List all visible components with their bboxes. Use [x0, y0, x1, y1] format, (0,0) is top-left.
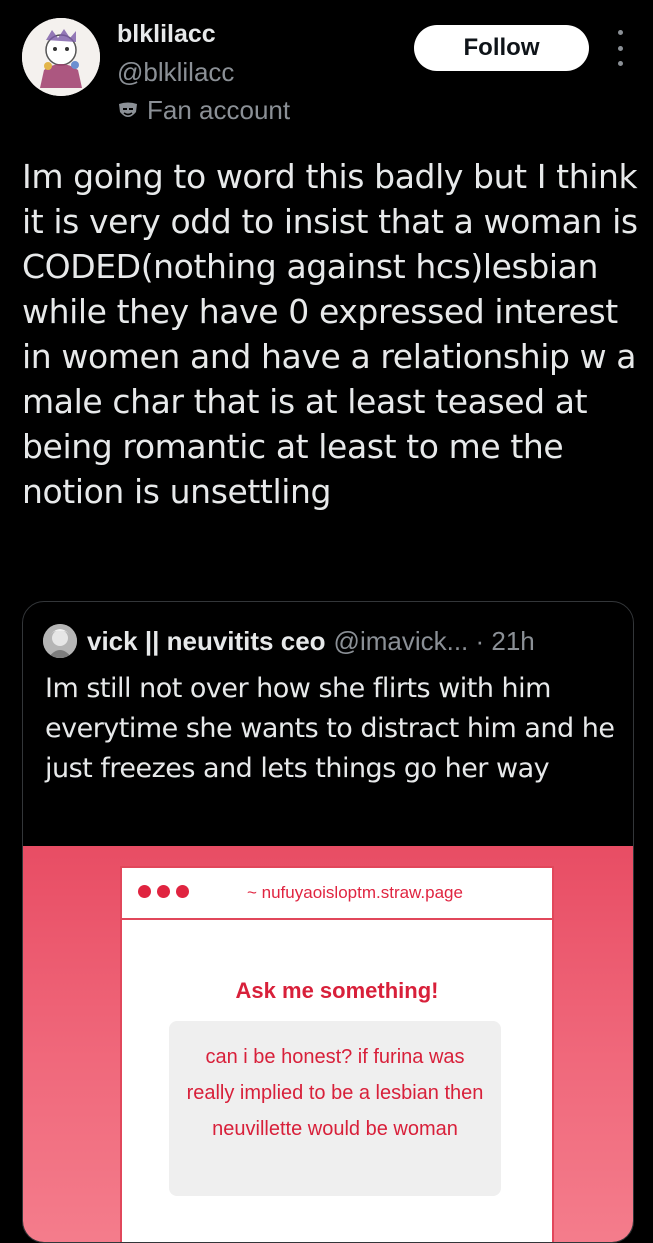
avatar[interactable] — [22, 18, 100, 96]
mask-icon — [119, 102, 137, 117]
window-dots-icon — [138, 885, 189, 898]
tweet-text: Im going to word this badly but I think … — [22, 157, 638, 511]
display-name[interactable]: blklilacc — [117, 20, 216, 49]
fan-account-badge: Fan account — [117, 95, 290, 126]
quoted-handle-time: @imavick... · 21h — [333, 625, 535, 656]
quoted-tweet-text: Im still not over how she flirts with hi… — [45, 673, 615, 784]
more-options-icon[interactable] — [610, 30, 630, 66]
page-url: ~ nufuyaoisloptm.straw.page — [247, 883, 463, 902]
message-text: can i be honest? if furina was really im… — [186, 1046, 484, 1140]
ask-box-card: ~ nufuyaoisloptm.straw.page Ask me somet… — [120, 866, 554, 1242]
quoted-display-name[interactable]: vick || neuvitits ceo — [87, 626, 326, 657]
user-handle[interactable]: @blklilacc — [117, 57, 234, 88]
fan-account-label: Fan account — [147, 95, 291, 125]
quoted-avatar[interactable] — [43, 624, 77, 658]
quoted-tweet[interactable]: vick || neuvitits ceo @imavick... · 21h … — [22, 601, 634, 1243]
browser-bar: ~ nufuyaoisloptm.straw.page — [122, 868, 552, 920]
quoted-tweet-header: vick || neuvitits ceo @imavick... · 21h — [43, 624, 535, 658]
tweet-header: blklilacc @blklilacc Fan account Follow — [0, 0, 653, 140]
message-box: can i be honest? if furina was really im… — [169, 1021, 501, 1196]
quoted-image[interactable]: ~ nufuyaoisloptm.straw.page Ask me somet… — [23, 846, 633, 1242]
ask-heading: Ask me something! — [235, 978, 439, 1003]
follow-button[interactable]: Follow — [414, 25, 589, 71]
